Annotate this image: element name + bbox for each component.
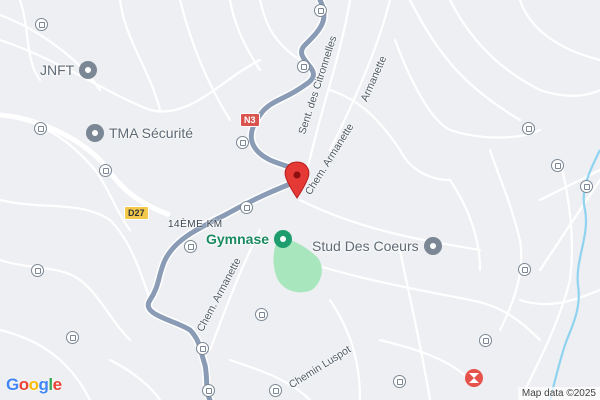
poi-stud-des-coeurs[interactable]: Stud Des Coeurs [312,237,442,255]
bus-stop-icon[interactable] [202,384,215,397]
bus-stop-icon[interactable] [255,308,268,321]
place-pin-icon [274,230,293,248]
bus-stop-icon[interactable] [580,180,593,193]
poi-jnft-label: JNFT [40,62,75,78]
poi-gymnase[interactable]: Gymnase [206,230,293,248]
bus-stop-icon[interactable] [269,384,282,397]
place-pin-icon [79,61,98,79]
road-shield-n3: N3 [240,113,260,127]
place-pin-icon [86,124,104,142]
google-logo: Google [6,375,62,394]
poi-tma-label: TMA Sécurité [109,125,194,141]
bus-stop-icon[interactable] [236,136,249,149]
bus-stop-icon[interactable] [551,159,564,172]
map-attribution[interactable]: Map data ©2025 [517,387,600,400]
bus-stop-icon[interactable] [522,122,535,135]
bus-stop-icon[interactable] [184,240,197,253]
bus-stop-icon[interactable] [196,342,209,355]
bus-stop-icon[interactable] [518,263,531,276]
km-marker-label: 14ÈME KM [168,219,223,230]
bus-stop-icon[interactable] [479,334,492,347]
bus-stop-icon[interactable] [66,331,79,344]
map-canvas[interactable]: JNFT TMA Sécurité Gymnase Stud Des Coeur… [0,0,600,400]
main-road-n3 [144,0,328,400]
poi-stud-label: Stud Des Coeurs [312,238,419,254]
bus-stop-icon[interactable] [34,122,47,135]
bus-stop-icon[interactable] [240,201,253,214]
bus-stop-icon[interactable] [99,164,112,177]
bus-stop-icon[interactable] [297,60,310,73]
poi-jnft[interactable]: JNFT [40,61,98,79]
poi-gymnase-label: Gymnase [206,231,270,247]
bus-stop-icon[interactable] [314,4,327,17]
poi-tma-securite[interactable]: TMA Sécurité [86,124,193,142]
bus-stop-icon[interactable] [31,264,44,277]
bus-stop-icon[interactable] [393,375,406,388]
bus-stop-icon[interactable] [35,18,48,31]
place-pin-icon [423,237,442,255]
hotel-poi-icon[interactable] [465,369,483,387]
road-shield-d27: D27 [124,206,149,220]
